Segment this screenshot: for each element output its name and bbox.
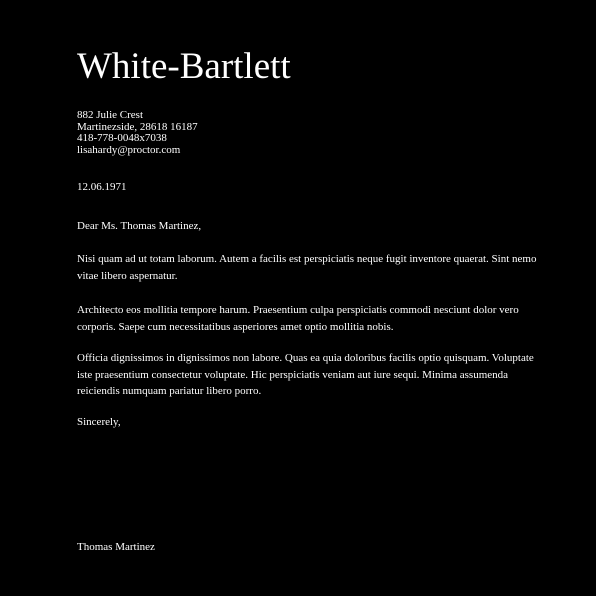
address-street: 882 Julie Crest	[77, 109, 143, 121]
salutation: Dear Ms. Thomas Martinez,	[77, 220, 202, 232]
company-name: White-Bartlett	[77, 46, 291, 87]
body-paragraph-1: Nisi quam ad ut totam laborum. Autem a f…	[77, 253, 537, 282]
body-paragraph-3: Officia dignissimos in dignissimos non l…	[77, 352, 534, 397]
letter-date: 12.06.1971	[77, 181, 127, 193]
closing: Sincerely,	[77, 416, 121, 428]
address-email: lisahardy@proctor.com	[77, 143, 181, 156]
body-paragraph-2: Architecto eos mollitia tempore harum. P…	[77, 304, 519, 333]
signature-name: Thomas Martinez	[77, 541, 155, 553]
sender-address: 882 Julie Crest Martinezside, 28618 1618…	[77, 109, 198, 156]
